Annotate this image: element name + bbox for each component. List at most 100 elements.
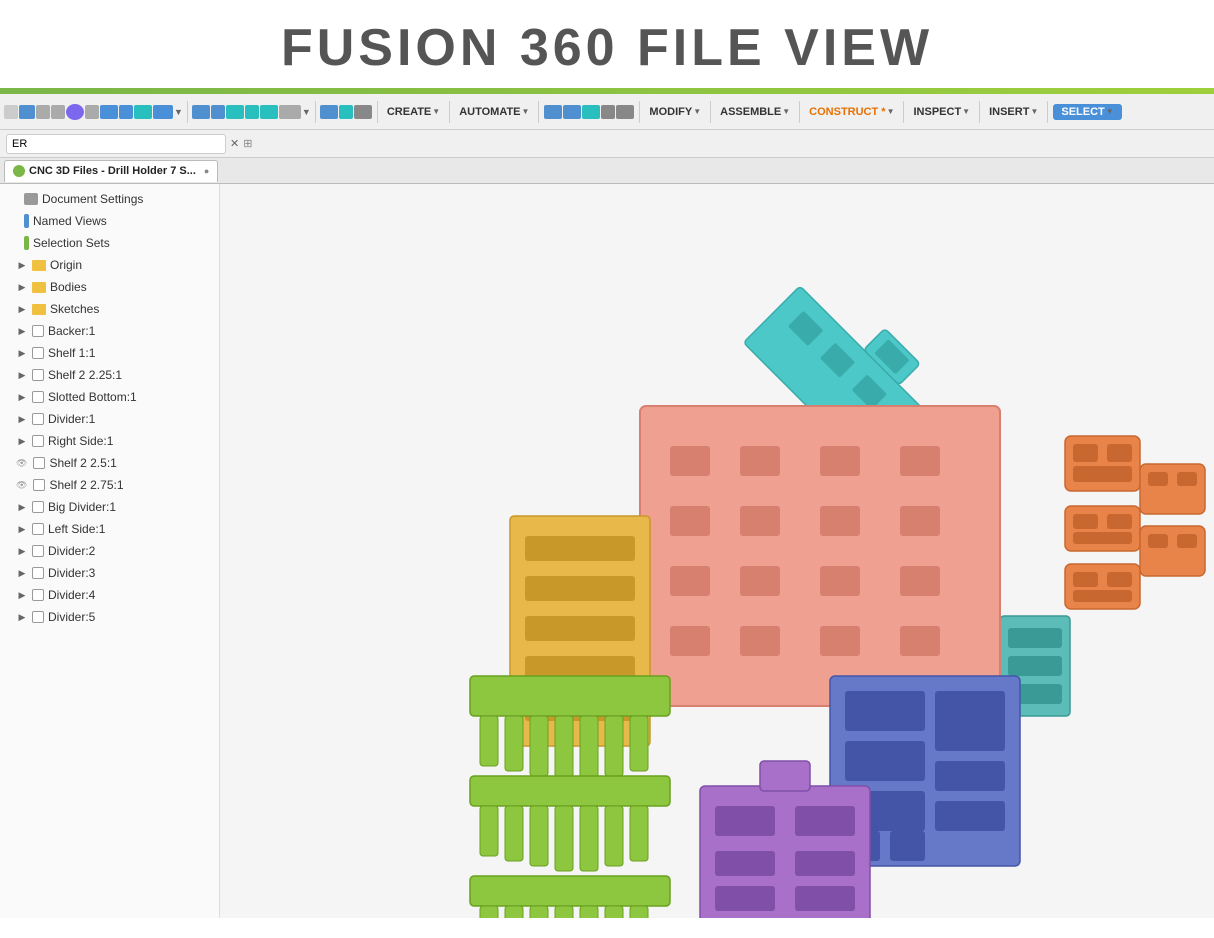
- toolbar-icon-2[interactable]: [19, 105, 35, 119]
- sidebar-item-backer1[interactable]: ▶ Backer:1: [0, 320, 219, 342]
- toolbar-construct[interactable]: CONSTRUCT * ▼: [805, 104, 898, 120]
- expand-named-views[interactable]: [8, 215, 20, 227]
- toolbar-icon-1[interactable]: [4, 105, 18, 119]
- checkbox-shelf2-275[interactable]: [33, 479, 45, 491]
- checkbox-divider1[interactable]: [32, 413, 44, 425]
- sidebar-item-divider3[interactable]: ▶ Divider:3: [0, 562, 219, 584]
- insert-arrow: ▼: [1030, 107, 1038, 116]
- expand-slotted-bottom[interactable]: ▶: [16, 391, 28, 403]
- expand-left-side[interactable]: ▶: [16, 523, 28, 535]
- search-filter-icon[interactable]: ⊞: [243, 137, 252, 150]
- expand-right-side[interactable]: ▶: [16, 435, 28, 447]
- checkbox-divider2[interactable]: [32, 545, 44, 557]
- checkbox-slotted-bottom[interactable]: [32, 391, 44, 403]
- expand-sketches[interactable]: ▶: [16, 303, 28, 315]
- toolbar-icon-12[interactable]: [211, 105, 225, 119]
- sidebar-item-bodies[interactable]: ▶ Bodies: [0, 276, 219, 298]
- toolbar-icon-18[interactable]: [339, 105, 353, 119]
- checkbox-big-divider[interactable]: [32, 501, 44, 513]
- toolbar-insert[interactable]: INSERT ▼: [985, 104, 1042, 120]
- toolbar-icon-11[interactable]: [192, 105, 210, 119]
- sidebar-item-slotted-bottom[interactable]: ▶ Slotted Bottom:1: [0, 386, 219, 408]
- toolbar-icon-17[interactable]: [320, 105, 338, 119]
- toolbar-icon-16[interactable]: [279, 105, 301, 119]
- toolbar-dropdown-arrow-2[interactable]: ▼: [302, 107, 311, 117]
- toolbar-icon-8[interactable]: [119, 105, 133, 119]
- checkbox-shelf1[interactable]: [32, 347, 44, 359]
- checkbox-divider3[interactable]: [32, 567, 44, 579]
- sidebar-item-selection-sets[interactable]: Selection Sets: [0, 232, 219, 254]
- expand-divider4[interactable]: ▶: [16, 589, 28, 601]
- sidebar-item-right-side[interactable]: ▶ Right Side:1: [0, 430, 219, 452]
- toolbar-sep-5: [538, 101, 539, 123]
- sidebar-item-shelf1[interactable]: ▶ Shelf 1:1: [0, 342, 219, 364]
- search-clear-button[interactable]: ✕: [230, 137, 239, 150]
- sidebar-item-left-side[interactable]: ▶ Left Side:1: [0, 518, 219, 540]
- search-input[interactable]: [6, 134, 226, 154]
- checkbox-divider4[interactable]: [32, 589, 44, 601]
- checkbox-shelf2-225[interactable]: [32, 369, 44, 381]
- checkbox-left-side[interactable]: [32, 523, 44, 535]
- expand-big-divider[interactable]: ▶: [16, 501, 28, 513]
- toolbar-icon-10[interactable]: [153, 105, 173, 119]
- toolbar-icon-9[interactable]: [134, 105, 152, 119]
- toolbar-sep-6: [639, 101, 640, 123]
- eye-shelf2-25: 👁: [16, 458, 27, 469]
- checkbox-backer1[interactable]: [32, 325, 44, 337]
- sidebar-item-divider5[interactable]: ▶ Divider:5: [0, 606, 219, 628]
- tab-dot-cnc[interactable]: ●: [204, 166, 209, 176]
- toolbar: ▼ ▼ CREATE ▼ AUTOMATE ▼ MODIFY ▼: [0, 94, 1214, 130]
- toolbar-icon-6[interactable]: [85, 105, 99, 119]
- expand-document-settings[interactable]: [8, 193, 20, 205]
- toolbar-select[interactable]: SELECT ▼: [1053, 104, 1121, 120]
- toolbar-icon-22[interactable]: [582, 105, 600, 119]
- expand-origin[interactable]: ▶: [16, 259, 28, 271]
- expand-bodies[interactable]: ▶: [16, 281, 28, 293]
- expand-divider3[interactable]: ▶: [16, 567, 28, 579]
- expand-divider1[interactable]: ▶: [16, 413, 28, 425]
- expand-shelf1[interactable]: ▶: [16, 347, 28, 359]
- sidebar-item-named-views[interactable]: Named Views: [0, 210, 219, 232]
- sidebar-item-origin[interactable]: ▶ Origin: [0, 254, 219, 276]
- toolbar-icon-3[interactable]: [36, 105, 50, 119]
- expand-divider5[interactable]: ▶: [16, 611, 28, 623]
- sidebar-item-document-settings[interactable]: Document Settings: [0, 188, 219, 210]
- sidebar-item-sketches[interactable]: ▶ Sketches: [0, 298, 219, 320]
- toolbar-inspect[interactable]: INSPECT ▼: [909, 104, 974, 120]
- sidebar-item-divider4[interactable]: ▶ Divider:4: [0, 584, 219, 606]
- toolbar-icon-21[interactable]: [563, 105, 581, 119]
- sidebar-item-divider1[interactable]: ▶ Divider:1: [0, 408, 219, 430]
- checkbox-right-side[interactable]: [32, 435, 44, 447]
- toolbar-dropdown-arrow[interactable]: ▼: [174, 107, 183, 117]
- toolbar-sep-3: [377, 101, 378, 123]
- toolbar-assemble[interactable]: ASSEMBLE ▼: [716, 104, 794, 120]
- toolbar-icon-13[interactable]: [226, 105, 244, 119]
- toolbar-automate[interactable]: AUTOMATE ▼: [455, 104, 533, 120]
- toolbar-icon-14[interactable]: [245, 105, 259, 119]
- toolbar-icon-20[interactable]: [544, 105, 562, 119]
- sidebar-item-shelf2-275[interactable]: 👁 Shelf 2 2.75:1: [0, 474, 219, 496]
- toolbar-icon-5[interactable]: [66, 104, 84, 120]
- toolbar-create[interactable]: CREATE ▼: [383, 104, 444, 120]
- toolbar-modify[interactable]: MODIFY ▼: [645, 104, 705, 120]
- label-divider1: Divider:1: [48, 412, 213, 426]
- toolbar-icon-15[interactable]: [260, 105, 278, 119]
- expand-selection-sets[interactable]: [8, 237, 20, 249]
- sidebar-item-shelf2-25[interactable]: 👁 Shelf 2 2.5:1: [0, 452, 219, 474]
- checkbox-divider5[interactable]: [32, 611, 44, 623]
- toolbar-icon-24[interactable]: [616, 105, 634, 119]
- toolbar-icon-4[interactable]: [51, 105, 65, 119]
- sidebar-item-divider2[interactable]: ▶ Divider:2: [0, 540, 219, 562]
- sidebar-item-big-divider[interactable]: ▶ Big Divider:1: [0, 496, 219, 518]
- expand-backer1[interactable]: ▶: [16, 325, 28, 337]
- toolbar-icon-19[interactable]: [354, 105, 372, 119]
- checkbox-shelf2-25[interactable]: [33, 457, 45, 469]
- toolbar-icon-7[interactable]: [100, 105, 118, 119]
- toolbar-sep-9: [903, 101, 904, 123]
- sidebar-item-shelf2-225[interactable]: ▶ Shelf 2 2.25:1: [0, 364, 219, 386]
- toolbar-icon-23[interactable]: [601, 105, 615, 119]
- viewport[interactable]: [220, 184, 1214, 918]
- tab-cnc-files[interactable]: CNC 3D Files - Drill Holder 7 S... ●: [4, 160, 218, 182]
- expand-shelf2-225[interactable]: ▶: [16, 369, 28, 381]
- expand-divider2[interactable]: ▶: [16, 545, 28, 557]
